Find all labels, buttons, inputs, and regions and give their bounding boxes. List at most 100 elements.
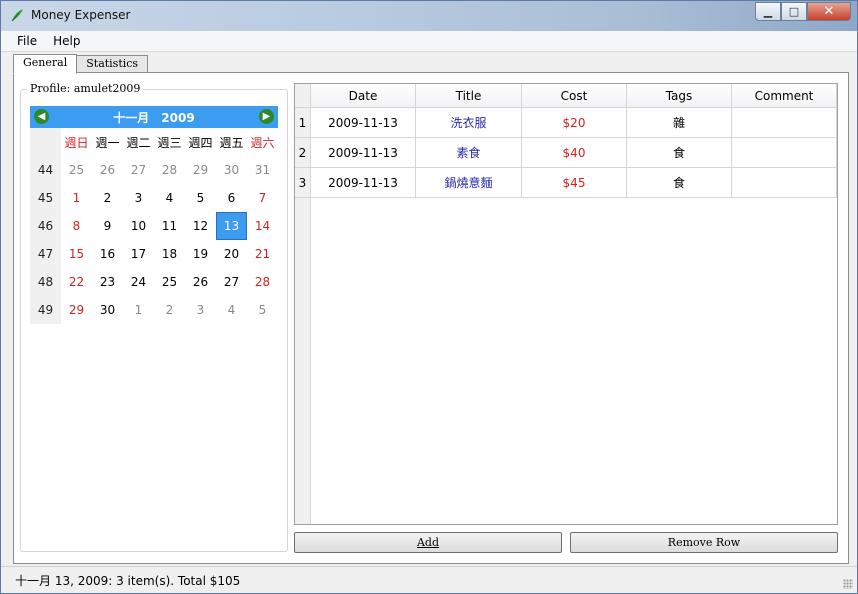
menu-file[interactable]: File	[9, 34, 45, 48]
main-window: Money Expenser ▁ □ ✕ File Help General S…	[0, 0, 858, 594]
calendar-day[interactable]: 8	[61, 212, 92, 240]
tab-general[interactable]: General	[13, 54, 78, 74]
calendar-day[interactable]: 20	[216, 240, 247, 268]
add-button[interactable]: Add	[294, 532, 562, 553]
col-header-date[interactable]: Date	[311, 84, 416, 108]
calendar-day[interactable]: 14	[247, 212, 278, 240]
calendar-day[interactable]: 24	[123, 268, 154, 296]
calendar-day[interactable]: 7	[247, 184, 278, 212]
add-button-label: Add	[416, 536, 440, 549]
calendar-day[interactable]: 2	[154, 296, 185, 324]
general-panel: Profile: amulet2009 ◀ 十一月 2009 ▶ 週日 週一 週二…	[13, 72, 849, 564]
cell-tags[interactable]: 雜	[627, 108, 732, 138]
app-icon	[11, 9, 23, 22]
calendar-week-row: 44 25 26 27 28 29 30 31	[30, 156, 278, 184]
calendar-day[interactable]: 18	[154, 240, 185, 268]
calendar-day[interactable]: 26	[92, 156, 123, 184]
calendar-day[interactable]: 27	[123, 156, 154, 184]
calendar-week-row: 45 1 2 3 4 5 6 7	[30, 184, 278, 212]
cell-cost[interactable]: $20	[522, 108, 627, 138]
calendar-day[interactable]: 1	[123, 296, 154, 324]
calendar-week-row: 49 29 30 1 2 3 4 5	[30, 296, 278, 324]
calendar-day[interactable]: 29	[61, 296, 92, 324]
calendar-day[interactable]: 9	[92, 212, 123, 240]
table-corner[interactable]	[295, 84, 311, 108]
cell-tags[interactable]: 食	[627, 138, 732, 168]
calendar-day[interactable]: 26	[185, 268, 216, 296]
table-row[interactable]: 2 2009-11-13 素食 $40 食	[295, 138, 837, 168]
tab-bar: General Statistics	[13, 54, 149, 74]
calendar-day[interactable]: 25	[61, 156, 92, 184]
calendar-day[interactable]: 4	[154, 184, 185, 212]
calendar-day[interactable]: 28	[247, 268, 278, 296]
remove-row-button[interactable]: Remove Row	[570, 532, 838, 553]
week-number: 48	[30, 268, 61, 296]
resize-grip-icon[interactable]	[843, 579, 853, 589]
row-header-gutter	[295, 198, 311, 524]
cell-cost[interactable]: $45	[522, 168, 627, 198]
cell-title[interactable]: 素食	[416, 138, 522, 168]
calendar-day[interactable]: 11	[154, 212, 185, 240]
calendar-day[interactable]: 30	[216, 156, 247, 184]
cell-comment[interactable]	[732, 138, 837, 168]
cell-title[interactable]: 鍋燒意麵	[416, 168, 522, 198]
col-header-cost[interactable]: Cost	[522, 84, 627, 108]
calendar-day[interactable]: 21	[247, 240, 278, 268]
col-header-comment[interactable]: Comment	[732, 84, 837, 108]
cell-tags[interactable]: 食	[627, 168, 732, 198]
cell-date[interactable]: 2009-11-13	[311, 168, 416, 198]
row-number[interactable]: 2	[295, 138, 311, 168]
calendar-month[interactable]: 十一月	[113, 111, 149, 125]
calendar-day[interactable]: 6	[216, 184, 247, 212]
calendar-day[interactable]: 13	[216, 212, 247, 240]
cell-title[interactable]: 洗衣服	[416, 108, 522, 138]
window-title: Money Expenser	[31, 8, 131, 22]
maximize-button[interactable]: □	[781, 2, 807, 21]
calendar-year[interactable]: 2009	[161, 111, 194, 125]
calendar-day[interactable]: 22	[61, 268, 92, 296]
table-row[interactable]: 3 2009-11-13 鍋燒意麵 $45 食	[295, 168, 837, 198]
calendar-day[interactable]: 1	[61, 184, 92, 212]
cell-comment[interactable]	[732, 108, 837, 138]
expense-table[interactable]: Date Title Cost Tags Comment 1 2009-11-13…	[294, 83, 838, 525]
close-button[interactable]: ✕	[807, 2, 851, 21]
cell-cost[interactable]: $40	[522, 138, 627, 168]
calendar-day[interactable]: 28	[154, 156, 185, 184]
cell-date[interactable]: 2009-11-13	[311, 108, 416, 138]
calendar-day[interactable]: 19	[185, 240, 216, 268]
calendar-day[interactable]: 31	[247, 156, 278, 184]
calendar-day[interactable]: 5	[185, 184, 216, 212]
row-number[interactable]: 3	[295, 168, 311, 198]
calendar-day[interactable]: 15	[61, 240, 92, 268]
calendar-day[interactable]: 12	[185, 212, 216, 240]
calendar-day[interactable]: 4	[216, 296, 247, 324]
weekday-mon: 週一	[95, 135, 120, 150]
calendar-day[interactable]: 23	[92, 268, 123, 296]
profile-label: Profile: amulet2009	[27, 82, 144, 95]
table-row[interactable]: 1 2009-11-13 洗衣服 $20 雜	[295, 108, 837, 138]
calendar-day[interactable]: 3	[185, 296, 216, 324]
row-number[interactable]: 1	[295, 108, 311, 138]
cell-date[interactable]: 2009-11-13	[311, 138, 416, 168]
calendar-day[interactable]: 27	[216, 268, 247, 296]
calendar-title: 十一月 2009	[30, 109, 278, 126]
title-bar[interactable]: Money Expenser ▁ □ ✕	[1, 1, 857, 31]
menu-bar: File Help	[1, 31, 857, 52]
cell-comment[interactable]	[732, 168, 837, 198]
next-month-icon[interactable]: ▶	[259, 109, 274, 124]
calendar-day[interactable]: 10	[123, 212, 154, 240]
minimize-button[interactable]: ▁	[755, 2, 781, 21]
calendar-day[interactable]: 5	[247, 296, 278, 324]
weekday-fri: 週五	[219, 135, 244, 150]
col-header-title[interactable]: Title	[416, 84, 522, 108]
calendar-day[interactable]: 3	[123, 184, 154, 212]
calendar-day[interactable]: 30	[92, 296, 123, 324]
menu-help[interactable]: Help	[45, 34, 88, 48]
calendar-day[interactable]: 16	[92, 240, 123, 268]
tab-statistics[interactable]: Statistics	[76, 55, 149, 73]
calendar-day[interactable]: 25	[154, 268, 185, 296]
calendar-day[interactable]: 17	[123, 240, 154, 268]
calendar-day[interactable]: 29	[185, 156, 216, 184]
col-header-tags[interactable]: Tags	[627, 84, 732, 108]
calendar-day[interactable]: 2	[92, 184, 123, 212]
